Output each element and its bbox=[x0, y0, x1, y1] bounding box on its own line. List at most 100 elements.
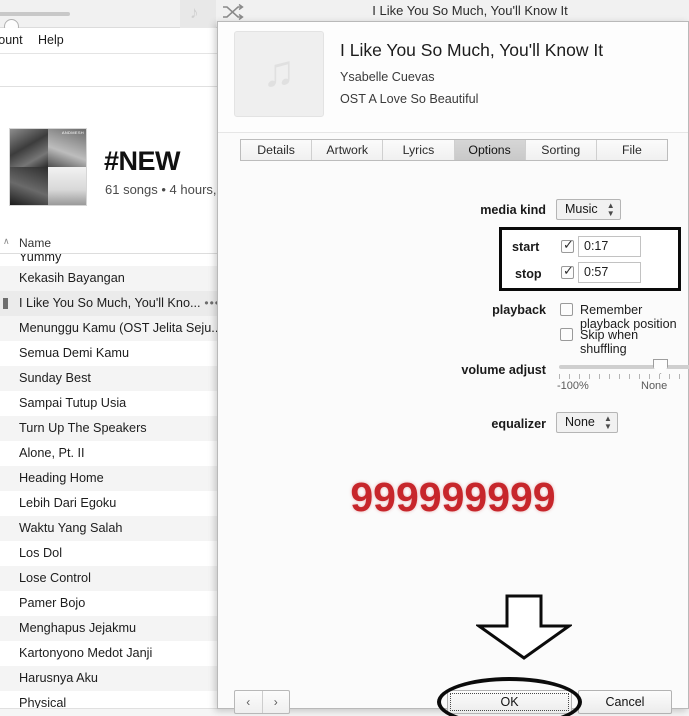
song-name: Semua Demi Kamu bbox=[19, 346, 129, 360]
volume-tick bbox=[589, 374, 590, 379]
dialog-artwork-placeholder[interactable]: ♫ bbox=[234, 31, 324, 117]
dialog-header: ♫ I Like You So Much, You'll Know It Ysa… bbox=[218, 22, 688, 133]
tab-file[interactable]: File bbox=[596, 140, 668, 160]
ellipse-highlight-icon bbox=[437, 677, 582, 716]
list-item[interactable]: Kekasih Bayangan bbox=[0, 266, 228, 291]
album-thumb-1 bbox=[10, 129, 48, 167]
tab-lyrics[interactable]: Lyrics bbox=[383, 140, 455, 160]
list-item[interactable]: Semua Demi Kamu bbox=[0, 341, 228, 366]
previous-track-button[interactable]: ‹ bbox=[235, 691, 263, 713]
song-name: Sampai Tutup Usia bbox=[19, 396, 127, 410]
song-name: I Like You So Much, You'll Kno... bbox=[19, 296, 201, 310]
tab-details[interactable]: Details bbox=[241, 140, 313, 160]
down-arrow-icon bbox=[476, 594, 572, 660]
remember-playback-position-checkbox[interactable] bbox=[560, 303, 573, 316]
song-name: Heading Home bbox=[19, 471, 104, 485]
list-item[interactable]: Sampai Tutup Usia bbox=[0, 391, 228, 416]
stop-time-input[interactable]: 0:57 bbox=[578, 262, 641, 283]
tab-artwork[interactable]: Artwork bbox=[312, 140, 384, 160]
tab-label: File bbox=[622, 143, 642, 157]
equalizer-label: equalizer bbox=[491, 417, 546, 431]
dialog-song-title: I Like You So Much, You'll Know It bbox=[340, 40, 604, 60]
volume-tick bbox=[609, 374, 610, 379]
dialog-artist: Ysabelle Cuevas bbox=[340, 70, 435, 84]
volume-tick bbox=[679, 374, 680, 379]
list-item[interactable]: Alone, Pt. II bbox=[0, 441, 228, 466]
song-name: Waktu Yang Salah bbox=[19, 521, 123, 535]
media-kind-select[interactable]: Music ▲ ▼ bbox=[556, 199, 621, 220]
playlist-title: #NEW bbox=[104, 146, 181, 176]
media-kind-value: Music bbox=[565, 202, 598, 216]
skip-when-shuffling-label[interactable]: Skip when shuffling bbox=[580, 328, 688, 356]
start-time-input[interactable]: 0:17 bbox=[578, 236, 641, 257]
volume-slider[interactable] bbox=[0, 12, 70, 34]
list-item[interactable]: Sunday Best bbox=[0, 366, 228, 391]
volume-tick bbox=[579, 374, 580, 379]
volume-tick bbox=[649, 374, 650, 379]
song-list[interactable]: Yummy Kekasih Bayangan I Like You So Much,… bbox=[0, 254, 228, 716]
volume-tick bbox=[669, 374, 670, 379]
cancel-button[interactable]: Cancel bbox=[578, 690, 672, 714]
tab-options[interactable]: Options bbox=[454, 140, 526, 160]
volume-adjust-thumb[interactable] bbox=[653, 359, 668, 374]
menu-item-account[interactable]: count bbox=[0, 33, 23, 47]
dialog-nav-buttons[interactable]: ‹ › bbox=[234, 690, 290, 714]
tab-label: Artwork bbox=[326, 143, 369, 157]
start-label: start bbox=[512, 240, 540, 254]
remember-playback-position-label[interactable]: Remember playback position bbox=[580, 303, 688, 331]
song-name: Kekasih Bayangan bbox=[19, 271, 125, 285]
list-item[interactable]: Menunggu Kamu (OST Jelita Seju... bbox=[0, 316, 228, 341]
shuffle-icon[interactable] bbox=[222, 3, 244, 21]
column-header-name[interactable]: Name bbox=[19, 236, 51, 250]
music-note-icon: ♫ bbox=[262, 47, 296, 97]
skip-when-shuffling-checkbox[interactable] bbox=[560, 328, 573, 341]
sort-caret-icon[interactable]: ∧ bbox=[3, 236, 10, 247]
list-item[interactable]: Turn Up The Speakers bbox=[0, 416, 228, 441]
list-item[interactable]: Heading Home bbox=[0, 466, 228, 491]
song-name: Menunggu Kamu (OST Jelita Seju... bbox=[19, 321, 222, 335]
menu-item-help[interactable]: Help bbox=[38, 33, 64, 47]
volume-tick bbox=[639, 374, 640, 379]
song-name: Yummy bbox=[19, 254, 62, 264]
stop-checkbox[interactable] bbox=[561, 263, 574, 279]
equalizer-value: None bbox=[565, 415, 595, 429]
stop-label: stop bbox=[515, 267, 542, 281]
equalizer-select[interactable]: None ▲ ▼ bbox=[556, 412, 618, 433]
now-playing-marker-icon bbox=[3, 298, 8, 309]
song-name: Sunday Best bbox=[19, 371, 91, 385]
volume-tick bbox=[629, 374, 630, 379]
volume-tick bbox=[569, 374, 570, 379]
volume-tick bbox=[619, 374, 620, 379]
volume-adjust-track[interactable] bbox=[559, 365, 689, 369]
volume-min-label: -100% bbox=[557, 380, 589, 392]
dialog-tabstrip[interactable]: Details Artwork Lyrics Options Sorting File bbox=[240, 139, 668, 161]
list-item[interactable]: Lebih Dari Egoku bbox=[0, 491, 228, 516]
media-kind-label: media kind bbox=[480, 203, 546, 217]
list-item[interactable]: Pamer Bojo bbox=[0, 591, 228, 616]
playlist-artwork-grid bbox=[9, 128, 87, 206]
song-name: Harusnya Aku bbox=[19, 671, 98, 685]
album-thumb-4 bbox=[48, 167, 86, 205]
song-name: Los Dol bbox=[19, 546, 63, 560]
volume-center-label: None bbox=[641, 380, 668, 392]
start-checkbox[interactable] bbox=[561, 237, 574, 253]
list-item[interactable]: Kartonyono Medot Janji bbox=[0, 641, 228, 666]
list-item[interactable]: I Like You So Much, You'll Kno... ••• bbox=[0, 291, 228, 316]
list-item[interactable]: Lose Control bbox=[0, 566, 228, 591]
list-item[interactable]: Yummy bbox=[0, 254, 228, 266]
tab-label: Options bbox=[468, 143, 511, 157]
tab-sorting[interactable]: Sorting bbox=[525, 140, 597, 160]
list-item[interactable]: Menghapus Jejakmu bbox=[0, 616, 228, 641]
tab-label: Sorting bbox=[541, 143, 581, 157]
tab-label: Details bbox=[257, 143, 295, 157]
list-item[interactable]: Los Dol bbox=[0, 541, 228, 566]
list-item[interactable]: Waktu Yang Salah bbox=[0, 516, 228, 541]
song-name: Kartonyono Medot Janji bbox=[19, 646, 153, 660]
song-name: Turn Up The Speakers bbox=[19, 421, 147, 435]
list-item[interactable]: Harusnya Aku bbox=[0, 666, 228, 691]
annotation-number: 999999999 bbox=[350, 474, 556, 520]
song-name: Menghapus Jejakmu bbox=[19, 621, 137, 635]
volume-tick bbox=[659, 374, 660, 379]
song-name: Lose Control bbox=[19, 571, 91, 585]
next-track-button[interactable]: › bbox=[263, 691, 290, 713]
